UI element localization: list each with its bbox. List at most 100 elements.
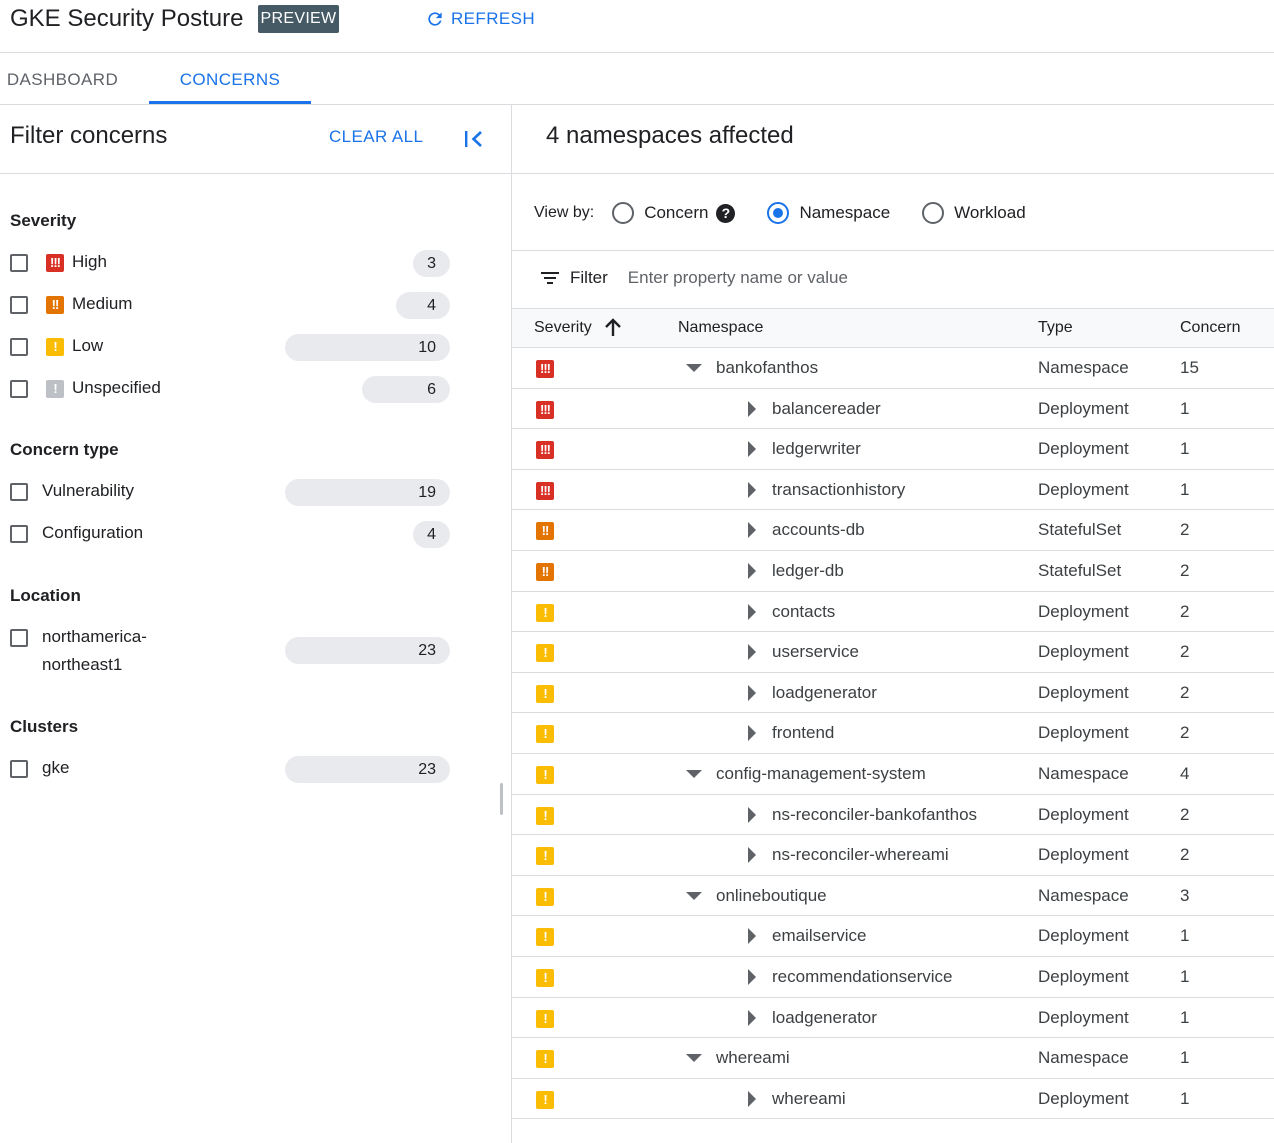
table-row[interactable]: ! config-management-system Namespace 4 [512,754,1274,795]
row-name: accounts-db [772,520,865,539]
expand-more-icon[interactable] [748,1079,756,1118]
severity-unspecified-checkbox[interactable] [10,380,28,398]
row-name: transactionhistory [772,480,906,499]
expand-more-icon[interactable] [748,916,756,956]
table-row[interactable]: ! contacts Deployment 2 [512,592,1274,632]
expand-more-icon[interactable] [748,592,756,631]
table-row[interactable]: !! accounts-db StatefulSet 2 [512,510,1274,551]
configuration-label: Configuration [42,523,144,542]
row-type: Namespace [1038,886,1129,905]
row-name: loadgenerator [772,683,877,702]
table-row[interactable]: ! userservice Deployment 2 [512,632,1274,673]
table-row[interactable]: !! ledger-db StatefulSet 2 [512,551,1274,592]
cluster-checkbox[interactable] [10,760,28,778]
vulnerability-checkbox[interactable] [10,483,28,501]
configuration-count: 4 [413,521,450,548]
configuration-checkbox[interactable] [10,525,28,543]
table-row[interactable]: ! onlineboutique Namespace 3 [512,876,1274,916]
expand-more-icon[interactable] [748,713,756,753]
row-type: Deployment [1038,683,1129,702]
main-header-divider [512,173,1274,174]
row-concern-count: 2 [1180,805,1190,824]
table-row[interactable]: ! emailservice Deployment 1 [512,916,1274,957]
severity-low-label: Low [72,336,104,355]
expand-more-icon[interactable] [748,957,756,997]
panel-resize-handle[interactable] [500,783,503,815]
table-row[interactable]: ! whereami Deployment 1 [512,1079,1274,1119]
row-concern-count: 2 [1180,520,1190,539]
expand-less-icon[interactable] [686,754,702,794]
view-by-workload-option[interactable]: Workload [922,202,1026,224]
help-icon[interactable]: ? [716,203,736,223]
header-divider [0,52,1274,53]
table-row[interactable]: !!! bankofanthos Namespace 15 [512,348,1274,389]
view-by-concern-option[interactable]: Concern ? [612,202,736,224]
row-concern-count: 1 [1180,1048,1190,1067]
row-name: ledgerwriter [772,439,861,458]
view-by-namespace-option[interactable]: Namespace [767,202,890,224]
severity-high-icon: !!! [46,254,64,272]
expand-less-icon[interactable] [686,876,702,915]
table-row[interactable]: ! recommendationservice Deployment 1 [512,957,1274,998]
expand-more-icon[interactable] [748,510,756,550]
row-type: Deployment [1038,1008,1129,1027]
cluster-label: gke [42,758,70,777]
row-name: recommendationservice [772,967,953,986]
severity-low-checkbox[interactable] [10,338,28,356]
table-row[interactable]: ! frontend Deployment 2 [512,713,1274,754]
expand-more-icon[interactable] [748,389,756,428]
table-row[interactable]: ! loadgenerator Deployment 1 [512,998,1274,1038]
row-concern-count: 15 [1180,358,1199,377]
filter-header-divider [0,173,511,174]
concern-column-header[interactable]: Concern [1180,309,1240,347]
severity-low-icon: ! [536,887,554,906]
expand-more-icon[interactable] [748,632,756,672]
row-type: Deployment [1038,439,1129,458]
tab-dashboard[interactable]: DASHBOARD [0,56,125,104]
expand-more-icon[interactable] [748,551,756,591]
table-row[interactable]: !!! balancereader Deployment 1 [512,389,1274,429]
expand-more-icon[interactable] [748,470,756,509]
row-name: loadgenerator [772,1008,877,1027]
view-by-namespace-radio[interactable] [767,202,790,224]
severity-low-icon: ! [536,968,554,987]
severity-low-icon: ! [536,765,554,784]
expand-less-icon[interactable] [686,1038,702,1078]
row-concern-count: 1 [1180,480,1190,499]
severity-medium-icon: !! [536,562,554,581]
view-by-concern-radio[interactable] [612,202,635,224]
table-row[interactable]: !!! transactionhistory Deployment 1 [512,470,1274,510]
cluster-filter-item: gke 23 [10,756,450,786]
table-row[interactable]: ! ns-reconciler-whereami Deployment 2 [512,835,1274,876]
row-type: Namespace [1038,1048,1129,1067]
view-by-divider [512,250,1274,251]
expand-more-icon[interactable] [748,429,756,469]
severity-high-checkbox[interactable] [10,254,28,272]
severity-high-label: High [72,252,107,271]
severity-filter-high: !!! High 3 [10,250,450,280]
severity-medium-checkbox[interactable] [10,296,28,314]
refresh-button[interactable]: REFRESH [425,6,535,32]
table-row[interactable]: !!! ledgerwriter Deployment 1 [512,429,1274,470]
row-type: Deployment [1038,805,1129,824]
view-by-workload-radio[interactable] [922,202,945,224]
clear-all-button[interactable]: CLEAR ALL [329,127,423,147]
expand-more-icon[interactable] [748,998,756,1037]
type-column-header[interactable]: Type [1038,309,1073,347]
table-row[interactable]: ! loadgenerator Deployment 2 [512,673,1274,713]
location-checkbox[interactable] [10,629,28,647]
table-row[interactable]: ! ns-reconciler-bankofanthos Deployment 2 [512,795,1274,835]
row-concern-count: 2 [1180,602,1190,621]
expand-more-icon[interactable] [748,673,756,712]
table-row[interactable]: ! whereami Namespace 1 [512,1038,1274,1079]
expand-more-icon[interactable] [748,795,756,834]
collapse-panel-icon[interactable] [461,127,487,151]
severity-low-icon: ! [536,724,554,743]
expand-less-icon[interactable] [686,348,702,388]
expand-more-icon[interactable] [748,835,756,875]
filter-input[interactable] [625,267,1230,289]
location-label-line1: northamerica- [42,627,147,646]
severity-column-header[interactable]: Severity [534,309,622,347]
tab-concerns[interactable]: CONCERNS [149,56,311,104]
namespace-column-header[interactable]: Namespace [678,309,763,347]
